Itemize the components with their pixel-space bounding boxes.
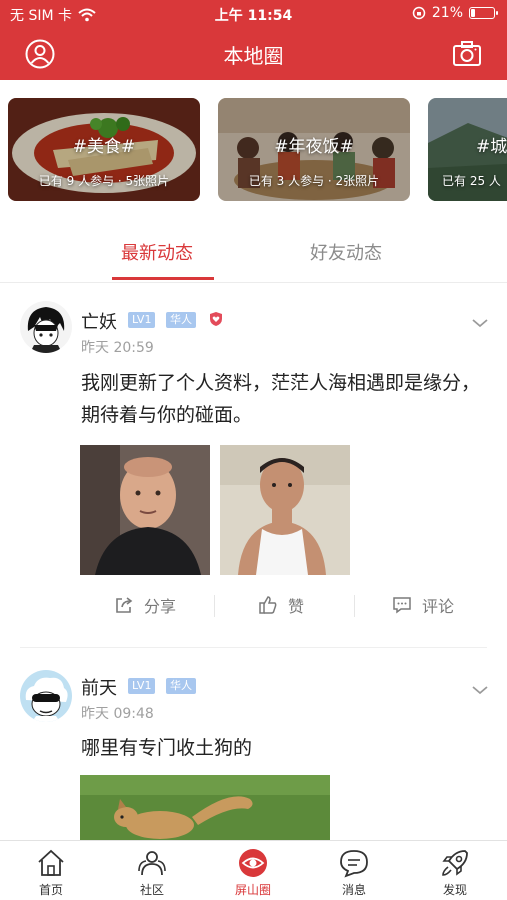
heart-shield-icon — [210, 312, 222, 326]
tabbar-discover-label: 发现 — [442, 883, 467, 897]
camera-icon[interactable] — [451, 38, 483, 70]
topic-title: #城 — [476, 137, 507, 157]
post-photo[interactable] — [80, 445, 210, 575]
tabbar-messages-label: 消息 — [341, 883, 366, 897]
status-bar: 无 SIM 卡 上午 11:54 21% — [0, 0, 507, 28]
topic-meta: 已有 9 人参与 · 5张照片 — [38, 174, 170, 188]
thumbs-up-icon — [259, 596, 277, 614]
post-time: 昨天 09:48 — [81, 706, 154, 722]
post-content: 我刚更新了个人资料，茫茫人海相遇即是缘分，期待着与你的碰面。 — [81, 372, 481, 426]
page-title: 本地圈 — [223, 44, 284, 68]
like-button[interactable]: 赞 — [258, 593, 304, 617]
chevron-down-icon[interactable] — [471, 684, 489, 696]
battery-percent: 21% — [431, 5, 463, 21]
level-badge: LV1 — [128, 312, 156, 328]
comment-label: 评论 — [422, 597, 455, 616]
tabbar-community[interactable]: 社区 — [112, 847, 192, 898]
post-actions: 分享 赞 评论 — [80, 585, 490, 625]
ethnicity-badge: 华人 — [166, 312, 196, 328]
topic-card[interactable]: #美食# 已有 9 人参与 · 5张照片 — [8, 98, 200, 201]
share-button[interactable]: 分享 — [114, 593, 176, 617]
topic-carousel[interactable]: #美食# 已有 9 人参与 · 5张照片 #年夜饭# 已有 3 人参与 · 2张… — [0, 98, 507, 204]
level-badge: LV1 — [128, 678, 156, 694]
tabbar-home-label: 首页 — [38, 883, 63, 897]
comment-button[interactable]: 评论 — [392, 593, 454, 617]
cartoon-avatar-image — [20, 670, 72, 722]
post-username[interactable]: 亡妖 — [81, 308, 117, 334]
share-icon — [116, 597, 133, 613]
tab-underline — [112, 277, 214, 280]
top-header: 无 SIM 卡 上午 11:54 21% 本地圈 — [0, 0, 507, 80]
feed-post: 亡妖 LV1 华人 昨天 20:59 我刚更新了个人资料，茫茫人海相遇即是缘分，… — [0, 283, 507, 648]
topic-card[interactable]: #城 已有 25 人 — [428, 98, 507, 201]
feed-tabs: 最新动态 好友动态 — [0, 225, 507, 283]
rocket-icon — [442, 850, 468, 876]
post-separator — [20, 647, 487, 648]
chevron-down-icon[interactable] — [471, 317, 489, 329]
anime-avatar-image — [20, 301, 72, 353]
action-divider — [214, 595, 215, 617]
battery-level — [471, 9, 476, 17]
tab-latest[interactable]: 最新动态 — [121, 239, 193, 265]
battery-icon — [469, 7, 498, 19]
topic-title: #年夜饭# — [274, 137, 354, 157]
post-photo[interactable] — [80, 775, 330, 840]
tabbar-messages[interactable]: 消息 — [314, 847, 394, 898]
avatar[interactable] — [20, 301, 72, 353]
community-icon — [138, 851, 166, 876]
bottom-tab-bar: 首页 社区 屏山圈 消息 发现 — [0, 840, 507, 900]
topic-meta: 已有 3 人参与 · 2张照片 — [248, 174, 380, 188]
tabbar-pingshan-circle[interactable]: 屏山圈 — [213, 847, 293, 898]
post-time: 昨天 20:59 — [81, 340, 154, 356]
topic-meta: 已有 25 人 — [442, 174, 501, 188]
tabbar-home[interactable]: 首页 — [11, 847, 91, 898]
nav-bar: 本地圈 — [0, 30, 507, 76]
avatar[interactable] — [20, 670, 72, 722]
tabbar-pingshan-label: 屏山圈 — [234, 883, 271, 897]
comment-icon — [393, 597, 411, 614]
tabbar-discover[interactable]: 发现 — [415, 847, 495, 898]
tabbar-community-label: 社区 — [139, 883, 164, 897]
post-username[interactable]: 前天 — [81, 674, 117, 700]
topic-card[interactable]: #年夜饭# 已有 3 人参与 · 2张照片 — [218, 98, 410, 201]
feed-post: 前天 LV1 华人 昨天 09:48 哪里有专门收土狗的 — [0, 650, 507, 840]
like-label: 赞 — [288, 597, 305, 616]
eye-circle-icon — [239, 849, 267, 877]
rotation-lock-icon — [412, 6, 426, 20]
status-right: 21% — [412, 5, 498, 21]
topic-title: #美食# — [72, 137, 136, 157]
action-divider — [354, 595, 355, 617]
message-icon — [340, 850, 368, 878]
home-icon — [38, 849, 64, 876]
post-photo[interactable] — [220, 445, 350, 575]
ethnicity-badge: 华人 — [166, 678, 196, 694]
tab-friends[interactable]: 好友动态 — [310, 239, 382, 265]
post-content: 哪里有专门收土狗的 — [81, 737, 253, 759]
share-label: 分享 — [144, 597, 177, 616]
